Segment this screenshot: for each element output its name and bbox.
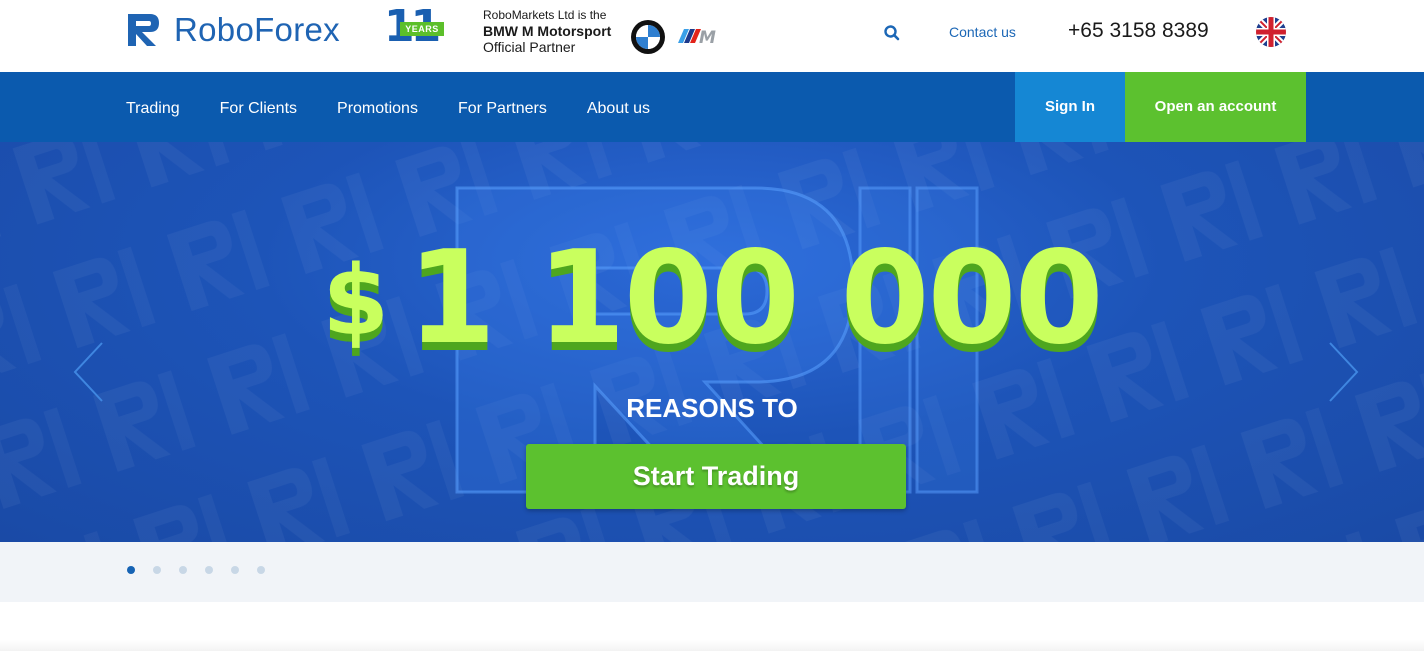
top-header: RoboForex 11 YEARS RoboMarkets Ltd is th… bbox=[0, 0, 1424, 72]
nav-item-promotions[interactable]: Promotions bbox=[337, 96, 418, 119]
nav-item-trading[interactable]: Trading bbox=[126, 96, 180, 119]
sign-in-button[interactable]: Sign In bbox=[1015, 72, 1125, 142]
svg-text:M: M bbox=[699, 28, 716, 45]
carousel-dot-2[interactable] bbox=[153, 566, 161, 574]
hero-subtitle: REASONS TO bbox=[626, 393, 798, 423]
carousel-dot-3[interactable] bbox=[179, 566, 187, 574]
nav-item-for-partners[interactable]: For Partners bbox=[458, 96, 547, 119]
prize-amount: $1 100 000 bbox=[0, 234, 1424, 402]
start-trading-button[interactable]: Start Trading bbox=[526, 444, 906, 509]
open-account-button[interactable]: Open an account bbox=[1125, 72, 1306, 142]
hero-banner: $1 100 000 REASONS TO Start Trading bbox=[0, 142, 1424, 542]
phone-number[interactable]: +65 3158 8389 bbox=[1068, 18, 1209, 44]
years-label: YEARS bbox=[400, 22, 444, 36]
carousel-dot-4[interactable] bbox=[205, 566, 213, 574]
contact-us-link[interactable]: Contact us bbox=[949, 23, 1016, 41]
carousel-dot-6[interactable] bbox=[257, 566, 265, 574]
carousel-dot-5[interactable] bbox=[231, 566, 239, 574]
logo-text: RoboForex bbox=[174, 11, 340, 48]
nav-item-for-clients[interactable]: For Clients bbox=[220, 96, 297, 119]
bmw-m-logo-icon: M bbox=[678, 27, 726, 48]
nav-item-about-us[interactable]: About us bbox=[587, 96, 650, 119]
partner-line2: BMW M Motorsport bbox=[483, 23, 612, 39]
carousel-dot-1[interactable] bbox=[127, 566, 135, 574]
years-badge: 11 YEARS bbox=[384, 5, 446, 50]
bmw-partner-text: RoboMarkets Ltd is the BMW M Motorsport … bbox=[483, 7, 623, 55]
prize-currency: $ bbox=[322, 245, 390, 357]
uk-flag-icon[interactable] bbox=[1256, 17, 1286, 47]
carousel-indicator-strip bbox=[0, 542, 1424, 602]
bmw-logo-icon bbox=[631, 20, 665, 54]
partner-line1: RoboMarkets Ltd is the bbox=[483, 8, 607, 22]
carousel-prev-arrow-icon[interactable] bbox=[72, 341, 104, 403]
roboforex-logo[interactable]: RoboForex bbox=[126, 12, 340, 48]
search-icon[interactable] bbox=[881, 22, 903, 44]
prize-number: 1 100 000 bbox=[407, 224, 1104, 373]
roboforex-logo-icon bbox=[126, 12, 162, 48]
nav-menu: Trading For Clients Promotions For Partn… bbox=[126, 72, 690, 142]
carousel-next-arrow-icon[interactable] bbox=[1328, 341, 1360, 403]
section-divider bbox=[0, 640, 1424, 651]
main-navigation: Trading For Clients Promotions For Partn… bbox=[0, 72, 1424, 142]
partner-line3: Official Partner bbox=[483, 39, 576, 55]
